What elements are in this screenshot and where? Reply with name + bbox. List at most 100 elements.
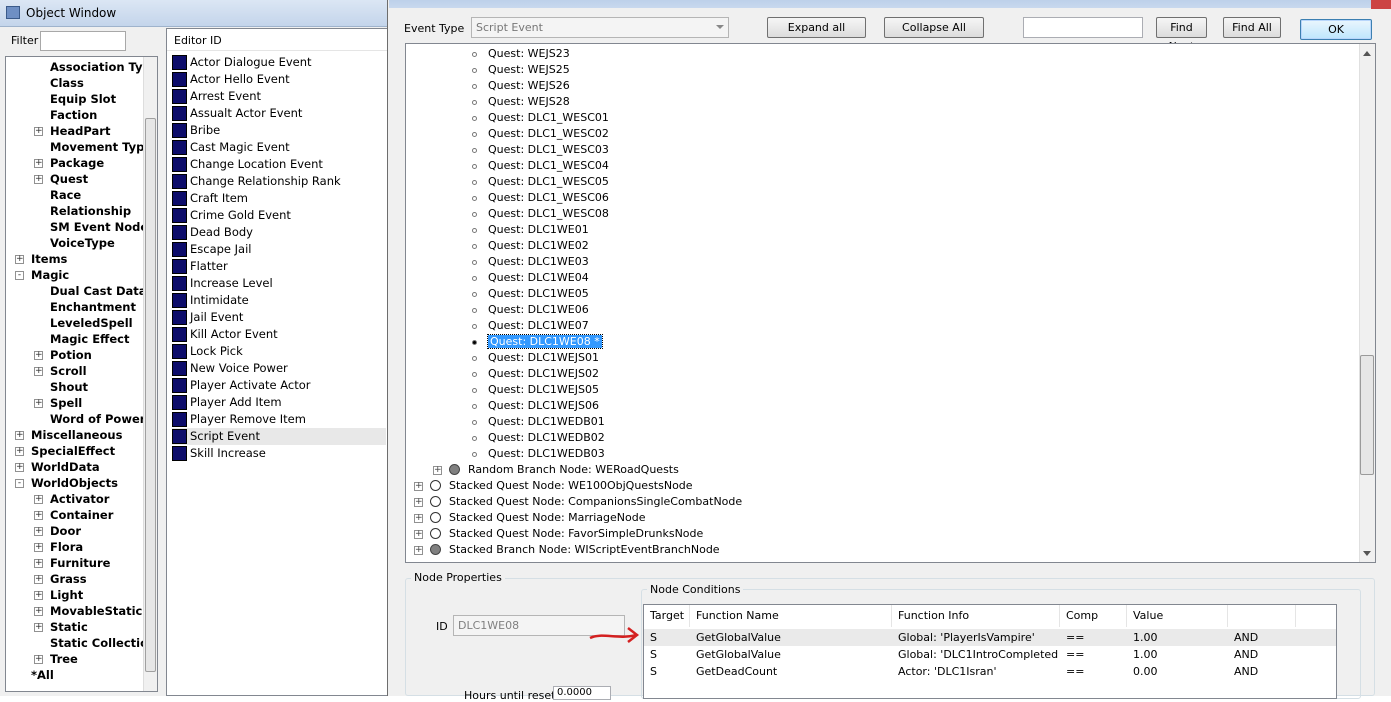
tree-item[interactable]: *All [31,667,54,683]
tree-item[interactable]: Enchantment [50,299,136,315]
quest-node[interactable]: Quest: DLC1WEJS06 [488,398,599,414]
tree-item[interactable]: Door [50,523,81,539]
quest-node[interactable]: Quest: DLC1WE01 [488,222,589,238]
close-icon[interactable] [1371,0,1391,9]
expand-icon[interactable]: + [34,399,43,408]
event-tree-scroll-thumb[interactable] [1360,355,1374,475]
tree-item[interactable]: WorldObjects [31,475,118,491]
tree-item[interactable]: Static [50,619,88,635]
branch-node[interactable]: Random Branch Node: WERoadQuests [468,462,679,478]
quest-node[interactable]: Quest: WEJS26 [488,78,570,94]
expand-icon[interactable]: + [34,575,43,584]
quest-node[interactable]: Quest: DLC1WEJS05 [488,382,599,398]
quest-node[interactable]: Quest: DLC1WE06 [488,302,589,318]
list-item[interactable]: Kill Actor Event [172,326,386,343]
condition-row[interactable]: S GetDeadCount Actor: 'DLC1Isran' == 0.00 AND [644,663,1336,680]
expand-icon[interactable]: + [414,530,423,539]
list-item[interactable]: Bribe [172,122,386,139]
list-item[interactable]: Intimidate [172,292,386,309]
expand-icon[interactable]: + [34,159,43,168]
col-target[interactable]: Target [644,605,690,627]
tree-item[interactable]: VoiceType [50,235,115,251]
tree-item[interactable]: Activator [50,491,109,507]
expand-icon[interactable]: + [15,255,24,264]
hours-until-reset-field[interactable]: 0.0000 [553,686,611,700]
list-item[interactable]: Increase Level [172,275,386,292]
condition-row[interactable]: S GetGlobalValue Global: 'PlayerIsVampire'… [644,629,1336,646]
tree-item[interactable]: Package [50,155,104,171]
list-item[interactable]: Craft Item [172,190,386,207]
event-node-tree[interactable]: Quest: WEJS23 Quest: WEJS25 Quest: WEJS26 Q… [405,43,1376,563]
tree-item[interactable]: Association Type [50,59,157,75]
quest-node[interactable]: Quest: DLC1_WESC02 [488,126,609,142]
ok-button[interactable]: OK [1300,19,1372,40]
branch-node[interactable]: Stacked Quest Node: MarriageNode [449,510,646,526]
list-item[interactable]: Player Activate Actor [172,377,386,394]
expand-icon[interactable]: + [34,175,43,184]
expand-icon[interactable]: + [15,447,24,456]
quest-node[interactable]: Quest: DLC1WEJS01 [488,350,599,366]
list-item[interactable]: Dead Body [172,224,386,241]
expand-icon[interactable]: + [15,463,24,472]
sm-window-titlebar[interactable] [389,0,1379,8]
list-item[interactable]: Assualt Actor Event [172,105,386,122]
expand-icon[interactable]: + [34,559,43,568]
tree-item[interactable]: SpecialEffect [31,443,115,459]
tree-item[interactable]: Potion [50,347,92,363]
list-item[interactable]: New Voice Power [172,360,386,377]
expand-icon[interactable]: + [34,527,43,536]
quest-node[interactable]: Quest: DLC1_WESC03 [488,142,609,158]
event-tree-scrollbar[interactable] [1359,44,1375,562]
tree-item[interactable]: Quest [50,171,88,187]
expand-icon[interactable]: + [15,431,24,440]
quest-node[interactable]: Quest: WEJS25 [488,62,570,78]
expand-icon[interactable]: + [34,367,43,376]
tree-item[interactable]: Light [50,587,83,603]
filter-input[interactable] [40,31,126,51]
quest-node[interactable]: Quest: DLC1WEDB01 [488,414,605,430]
quest-node[interactable]: Quest: DLC1WE08 * [487,334,603,350]
tree-item[interactable]: Spell [50,395,82,411]
quest-node[interactable]: Quest: DLC1WEJS02 [488,366,599,382]
scroll-up-icon[interactable] [1363,51,1371,56]
list-item[interactable]: Change Relationship Rank [172,173,386,190]
list-item[interactable]: Change Location Event [172,156,386,173]
col-operator[interactable] [1228,605,1296,627]
quest-node[interactable]: Quest: DLC1_WESC08 [488,206,609,222]
tree-item[interactable]: Movement Type [50,139,152,155]
tree-item[interactable]: WorldData [31,459,100,475]
find-input[interactable] [1023,17,1143,38]
branch-node[interactable]: Stacked Quest Node: CompanionsSingleComb… [449,494,742,510]
quest-node[interactable]: Quest: DLC1WE07 [488,318,589,334]
branch-node[interactable]: Stacked Quest Node: WE100ObjQuestsNode [449,478,693,494]
tree-item[interactable]: Race [50,187,81,203]
tree-item[interactable]: Class [50,75,84,91]
list-item[interactable]: Actor Hello Event [172,71,386,88]
tree-item[interactable]: LeveledSpell [50,315,133,331]
expand-icon[interactable]: + [414,546,423,555]
quest-node[interactable]: Quest: DLC1WEDB03 [488,446,605,462]
expand-icon[interactable]: + [34,607,43,616]
tree-item[interactable]: MovableStatic [50,603,142,619]
quest-node[interactable]: Quest: DLC1WE04 [488,270,589,286]
object-tree[interactable]: Association Type Class Equip Slot Faction He… [5,56,158,692]
tree-item[interactable]: Magic [31,267,69,283]
expand-icon[interactable]: + [34,623,43,632]
expand-icon[interactable]: + [34,351,43,360]
find-all-button[interactable]: Find All [1223,17,1281,38]
branch-node[interactable]: Stacked Branch Node: WIScriptEventBranch… [449,542,720,558]
expand-icon[interactable]: + [414,482,423,491]
list-item[interactable]: Player Remove Item [172,411,386,428]
list-item[interactable]: Flatter [172,258,386,275]
expand-icon[interactable]: + [433,466,442,475]
editor-id-column-header[interactable]: Editor ID [167,29,388,51]
expand-icon[interactable]: + [34,655,43,664]
branch-node[interactable]: Stacked Quest Node: FavorSimpleDrunksNod… [449,526,703,542]
tree-scroll-thumb[interactable] [145,118,156,672]
expand-icon[interactable]: + [34,495,43,504]
tree-item[interactable]: Faction [50,107,97,123]
collapse-all-button[interactable]: Collapse All [884,17,984,38]
expand-icon[interactable]: + [34,591,43,600]
quest-node[interactable]: Quest: DLC1_WESC05 [488,174,609,190]
list-item[interactable]: Cast Magic Event [172,139,386,156]
